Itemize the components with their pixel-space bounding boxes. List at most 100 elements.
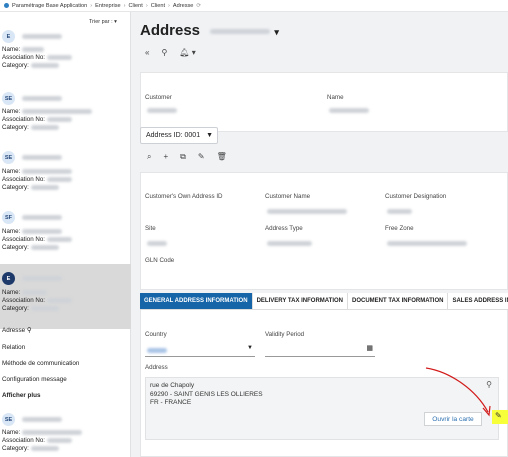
caret-down-icon: ▼ (206, 132, 214, 139)
record-category-label: Category: (2, 244, 59, 251)
name-label: Name (327, 94, 344, 101)
tab-bar: GENERAL ADDRESS INFORMATION DELIVERY TAX… (140, 293, 508, 310)
tab-delivery-tax[interactable]: DELIVERY TAX INFORMATION (252, 293, 349, 309)
record-assoc-label: Association No: (2, 176, 72, 183)
address-id-dropdown[interactable]: Address ID: 0001 ▼ (140, 127, 218, 144)
edit-icon[interactable]: ✎ (198, 152, 205, 162)
address-label: Address (145, 364, 168, 371)
address-toolbar: ⌕ + ⧉ ✎ 🗑︎ (147, 152, 227, 162)
customer-value (147, 108, 177, 113)
avatar: E (2, 272, 15, 285)
record-assoc-label: Association No: (2, 297, 72, 304)
record-category-label: Category: (2, 445, 59, 452)
record-id (22, 215, 62, 220)
breadcrumb-item[interactable]: Entreprise (95, 3, 121, 9)
breadcrumb-item: Adresse (172, 2, 194, 9)
record-name-label: Name: (2, 46, 44, 53)
avatar: SE (2, 151, 15, 164)
breadcrumb-item[interactable]: Client (129, 3, 143, 9)
sort-dropdown[interactable]: Trier par : ▾ (89, 19, 117, 25)
record-name-label: Name: (2, 168, 72, 175)
refresh-icon[interactable]: ⟳ (196, 3, 201, 9)
breadcrumb-item[interactable]: Paramétrage Base Application (12, 3, 87, 9)
customer-name-label: Customer Name (265, 193, 311, 200)
show-more-link[interactable]: Afficher plus (2, 392, 41, 399)
chevron-down-icon[interactable]: ▾ (274, 27, 279, 37)
record-assoc-label: Association No: (2, 437, 72, 444)
country-select[interactable]: ▼ (145, 343, 255, 357)
record-id (22, 276, 62, 281)
record-category-label: Category: (2, 305, 59, 312)
home-icon[interactable] (4, 3, 9, 8)
header-toolbar: « ⚲ 🔔︎ ▾ (145, 48, 196, 57)
annotation-arrow (425, 367, 491, 417)
customer-name-value (267, 209, 347, 214)
customer-designation-label: Customer Designation (385, 193, 447, 200)
caret-down-icon: ▼ (247, 345, 253, 351)
avatar: SE (2, 413, 15, 426)
address-line: FR - FRANCE (150, 399, 192, 406)
copy-icon[interactable]: ⧉ (180, 152, 186, 162)
gln-code-label: GLN Code (145, 257, 175, 264)
avatar: SF (2, 211, 15, 224)
record-id (22, 417, 62, 422)
avatar: E (2, 30, 15, 43)
breadcrumb-separator: › (168, 2, 170, 9)
free-zone-label: Free Zone (385, 225, 414, 232)
record-name-label: Name: (2, 429, 82, 436)
search-icon[interactable]: ⌕ (147, 152, 151, 162)
avatar: SE (2, 92, 15, 105)
delete-icon[interactable]: 🗑︎ (217, 152, 227, 162)
page-title: Address ▾ (140, 22, 279, 39)
record-id (22, 34, 62, 39)
attachment-icon[interactable]: ⚲ (161, 48, 167, 57)
menu-item-communication[interactable]: Méthode de communication (2, 360, 79, 367)
validity-period-label: Validity Period (265, 331, 305, 338)
breadcrumb-separator: › (123, 2, 126, 9)
address-text: rue de Chapoly 69290 - SAINT GENIS LES O… (150, 382, 263, 408)
breadcrumb-separator: › (90, 2, 93, 9)
tab-sales-address[interactable]: SALES ADDRESS INFO (448, 293, 508, 309)
record-category-label: Category: (2, 62, 59, 69)
customer-card: Customer Name (140, 72, 508, 132)
breadcrumb: Paramétrage Base Application › Entreprise… (0, 0, 508, 12)
customer-designation-value (387, 209, 412, 214)
main-panel: Address ▾ « ⚲ 🔔︎ ▾ Customer Name Address… (131, 12, 508, 457)
record-name-label: Name: (2, 228, 62, 235)
record-category-label: Category: (2, 124, 59, 131)
validity-period-input[interactable]: ▦ (265, 343, 375, 357)
add-icon[interactable]: + (163, 152, 168, 162)
address-line: rue de Chapoly (150, 382, 195, 389)
bell-icon[interactable]: 🔔︎ ▾ (179, 48, 195, 57)
address-type-label: Address Type (265, 225, 303, 232)
address-line: 69290 - SAINT GENIS LES OLLIERES (150, 390, 263, 398)
record-sidebar: Trier par : ▾ E Name: Association No: Ca… (0, 12, 131, 457)
record-category-label: Category: (2, 184, 59, 191)
site-value (147, 241, 167, 246)
menu-item-relation[interactable]: Relation (2, 344, 25, 351)
collapse-icon[interactable]: « (145, 48, 149, 57)
name-value (329, 108, 369, 113)
location-pin-icon: ⚲ (26, 327, 32, 334)
record-name-label: Name: (2, 289, 47, 296)
record-name-label: Name: (2, 108, 92, 115)
customer-label: Customer (145, 94, 172, 101)
record-assoc-label: Association No: (2, 116, 72, 123)
free-zone-value (387, 241, 467, 246)
breadcrumb-separator: › (145, 2, 148, 9)
site-label: Site (145, 225, 156, 232)
breadcrumb-item[interactable]: Client (151, 3, 165, 9)
address-details-card: Customer's Own Address ID Customer Name … (140, 172, 508, 290)
address-type-value (267, 241, 312, 246)
country-label: Country (145, 331, 167, 338)
calendar-icon[interactable]: ▦ (366, 344, 373, 352)
record-assoc-label: Association No: (2, 236, 72, 243)
record-assoc-label: Association No: (2, 54, 72, 61)
record-id (22, 96, 62, 101)
record-id (22, 155, 62, 160)
tab-general-address[interactable]: GENERAL ADDRESS INFORMATION (140, 293, 253, 309)
menu-item-configuration[interactable]: Configuration message (2, 376, 67, 383)
menu-item-adresse[interactable]: Adresse ⚲ (2, 327, 31, 334)
tab-document-tax[interactable]: DOCUMENT TAX INFORMATION (348, 293, 449, 309)
own-address-id-label: Customer's Own Address ID (145, 193, 223, 200)
